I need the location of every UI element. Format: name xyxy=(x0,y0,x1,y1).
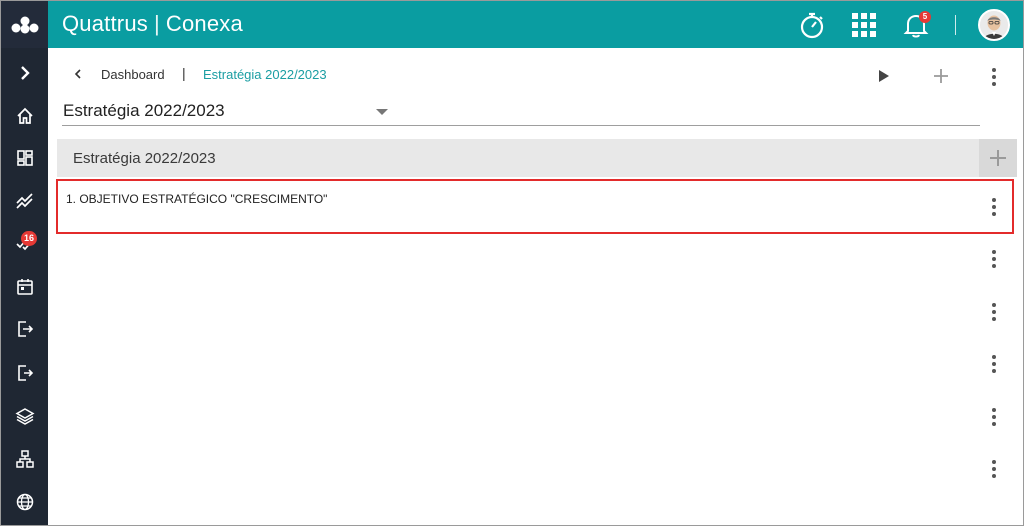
apps-grid-icon xyxy=(852,13,876,37)
add-button[interactable] xyxy=(930,65,952,87)
section-header: Estratégia 2022/2023 xyxy=(57,139,1017,177)
main-content: Dashboard | Estratégia 2022/2023 Estraté… xyxy=(48,48,1023,525)
user-avatar[interactable] xyxy=(978,9,1010,41)
sidebar-item-dashboard[interactable] xyxy=(1,138,48,178)
section-title: Estratégia 2022/2023 xyxy=(73,150,216,167)
list-item[interactable]: 1. OBJETIVO ESTRATÉGICO "CRESCIMENTO" xyxy=(56,179,1014,234)
caret-down-icon xyxy=(376,109,388,115)
chevron-left-icon xyxy=(74,69,81,79)
trend-icon xyxy=(15,193,33,209)
kebab-icon xyxy=(992,460,996,464)
row-menu-button[interactable] xyxy=(983,246,1005,272)
kebab-icon xyxy=(992,408,996,412)
notifications-button[interactable]: 5 xyxy=(900,9,932,41)
logout-icon xyxy=(17,365,33,381)
home-icon xyxy=(16,107,33,124)
title-separator: | xyxy=(153,11,160,36)
strategy-select[interactable]: Estratégia 2022/2023 xyxy=(62,98,980,126)
header-divider xyxy=(955,15,956,35)
row-menu-button[interactable] xyxy=(983,456,1005,482)
row-menu-button[interactable] xyxy=(983,404,1005,430)
kebab-icon xyxy=(992,355,996,359)
sidebar-item-hierarchy[interactable] xyxy=(1,439,48,479)
sidebar-item-export[interactable] xyxy=(1,353,48,393)
section-add-button[interactable] xyxy=(979,139,1017,177)
app-window: 16 Quattrus | Conexa 5 Dashboard | Estra… xyxy=(0,0,1024,526)
globe-icon xyxy=(16,493,33,511)
sidebar: 16 xyxy=(1,1,48,525)
plus-icon xyxy=(934,69,948,83)
hierarchy-icon xyxy=(15,450,34,468)
sidebar-item-trend[interactable] xyxy=(1,181,48,221)
timer-button[interactable] xyxy=(796,9,828,41)
breadcrumb-dashboard-link[interactable]: Dashboard xyxy=(101,67,165,82)
kebab-icon xyxy=(992,250,996,254)
sidebar-item-import[interactable] xyxy=(1,309,48,349)
more-options-button[interactable] xyxy=(983,64,1005,90)
product-name: Conexa xyxy=(165,11,243,36)
breadcrumb-separator: | xyxy=(182,65,186,81)
item-menu-button[interactable] xyxy=(983,194,1005,220)
play-button[interactable] xyxy=(873,65,895,87)
row-menu-button[interactable] xyxy=(983,351,1005,377)
calendar-icon xyxy=(16,279,33,295)
logo-icon xyxy=(11,16,38,33)
top-header: Quattrus | Conexa 5 xyxy=(48,1,1023,48)
list-item-label: 1. OBJETIVO ESTRATÉGICO "CRESCIMENTO" xyxy=(66,192,328,206)
breadcrumb-current: Estratégia 2022/2023 xyxy=(203,67,327,82)
sidebar-expand-button[interactable] xyxy=(1,53,48,93)
app-title: Quattrus | Conexa xyxy=(62,11,243,37)
kebab-icon xyxy=(992,303,996,307)
kebab-icon xyxy=(992,68,996,72)
notifications-badge: 5 xyxy=(919,11,931,23)
sidebar-item-tasks[interactable]: 16 xyxy=(1,223,48,263)
play-icon xyxy=(879,70,889,82)
login-icon xyxy=(17,321,33,337)
tasks-badge: 16 xyxy=(21,231,38,246)
user-photo-icon xyxy=(980,11,1008,39)
sidebar-item-layers[interactable] xyxy=(1,396,48,436)
sidebar-item-calendar[interactable] xyxy=(1,267,48,307)
layers-icon xyxy=(14,408,35,425)
strategy-select-value: Estratégia 2022/2023 xyxy=(63,101,225,120)
brand-name: Quattrus xyxy=(62,11,148,36)
chevron-right-icon xyxy=(20,66,30,80)
kebab-icon xyxy=(992,198,996,202)
stopwatch-icon xyxy=(800,12,824,39)
back-button[interactable] xyxy=(70,66,86,82)
apps-button[interactable] xyxy=(848,9,880,41)
sidebar-item-globe[interactable] xyxy=(1,482,48,522)
row-menu-button[interactable] xyxy=(983,299,1005,325)
dashboard-icon xyxy=(16,150,33,166)
plus-icon xyxy=(990,150,1006,166)
logo[interactable] xyxy=(1,1,48,48)
sidebar-item-home[interactable] xyxy=(1,96,48,136)
